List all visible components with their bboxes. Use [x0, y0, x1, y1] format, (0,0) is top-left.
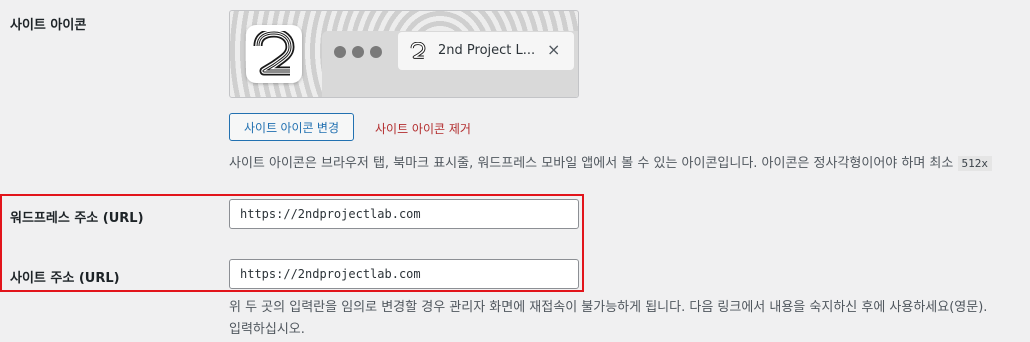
close-icon: ×	[547, 40, 561, 59]
browser-tab-preview: 2nd Project L... ×	[398, 32, 574, 70]
numeral-2-striped-logo-icon	[253, 31, 295, 76]
site-icon-description: 사이트 아이콘은 브라우저 탭, 북마크 표시줄, 워드프레스 모바일 앱에서 …	[229, 152, 992, 171]
url-warning-line-2: 입력하십시오.	[229, 322, 305, 337]
numeral-2-favicon-icon	[410, 42, 426, 59]
browser-tab-title: 2nd Project L...	[438, 43, 536, 58]
browser-tab-bar: 2nd Project L... ×	[322, 31, 578, 97]
site-icon-label: 사이트 아이콘	[10, 18, 87, 33]
url-warning-line-1: 위 두 곳의 입력란을 임의로 변경할 경우 관리자 화면에 재접속이 불가능하…	[229, 300, 988, 315]
window-dot-icon	[352, 46, 364, 58]
window-dot-icon	[334, 46, 346, 58]
app-icon-preview	[246, 25, 302, 83]
site-icon-description-text: 사이트 아이콘은 브라우저 탭, 북마크 표시줄, 워드프레스 모바일 앱에서 …	[229, 156, 954, 171]
change-site-icon-button[interactable]: 사이트 아이콘 변경	[229, 113, 354, 141]
site-url-label: 사이트 주소 (URL)	[10, 271, 120, 286]
site-icon-preview: 2nd Project L... ×	[229, 10, 579, 98]
window-dot-icon	[370, 46, 382, 58]
icon-size-code: 512x	[957, 156, 992, 171]
wordpress-url-input[interactable]	[229, 199, 579, 229]
remove-site-icon-link[interactable]: 사이트 아이콘 제거	[375, 120, 471, 137]
wordpress-url-label: 워드프레스 주소 (URL)	[10, 211, 144, 226]
site-url-input[interactable]	[229, 259, 579, 289]
